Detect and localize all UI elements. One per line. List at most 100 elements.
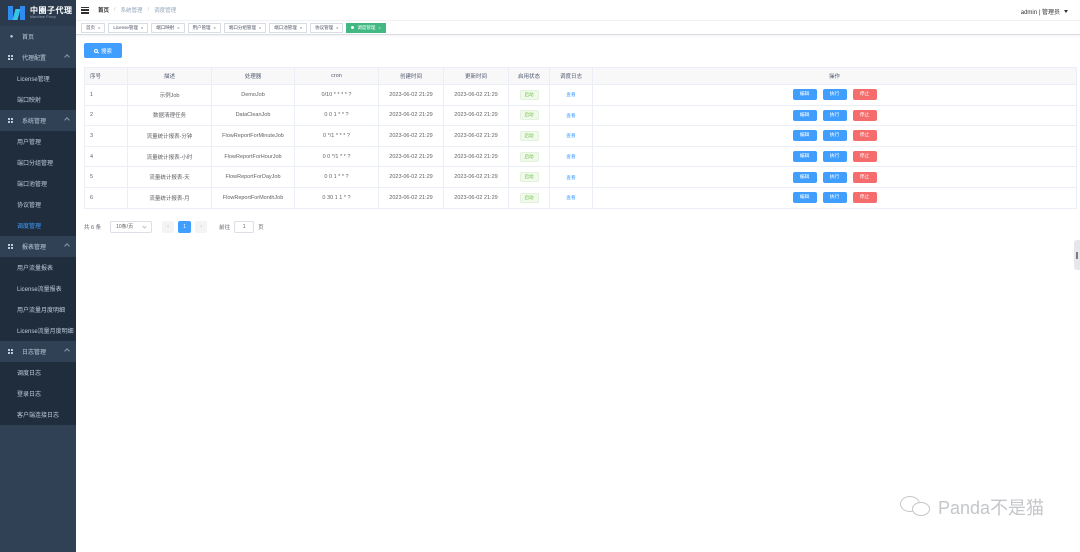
app-window: 中圈子代理 Maritime Proxy ● 首页 代理配置 License管理… <box>0 0 1080 552</box>
cell-desc: 流量统计报表-月 <box>127 186 212 209</box>
close-icon[interactable]: × <box>141 25 143 30</box>
sidebar-item-label: 用户流量报表 <box>17 266 54 272</box>
search-button[interactable]: 搜索 <box>84 43 122 58</box>
edit-button[interactable]: 编辑 <box>792 151 817 163</box>
sidebar-item-label: 协议管理 <box>17 203 42 209</box>
edit-button[interactable]: 编辑 <box>792 109 817 121</box>
prev-page-button[interactable]: ‹ <box>162 220 175 233</box>
edit-button[interactable]: 编辑 <box>792 171 817 183</box>
tag-license[interactable]: License管理 × <box>108 22 149 33</box>
stop-button[interactable]: 停止 <box>852 130 877 142</box>
stop-button[interactable]: 停止 <box>852 89 877 101</box>
tag-port-pool[interactable]: 端口池管理 × <box>269 22 308 33</box>
cell-updated: 2023-06-02 21:29 <box>443 104 509 127</box>
sidebar-group-proxy-config[interactable]: 代理配置 <box>0 47 76 68</box>
close-icon[interactable]: × <box>259 25 261 30</box>
sidebar-item-license-monthly-detail[interactable]: License流量月度明细 <box>0 320 76 341</box>
sidebar-item-protocols[interactable]: 协议管理 <box>0 194 76 215</box>
cell-updated: 2023-06-02 21:29 <box>443 145 509 168</box>
run-button[interactable]: 执行 <box>822 89 847 101</box>
sidebar-item-label: 端口分组管理 <box>17 161 54 167</box>
breadcrumb-system: 系统管理 <box>120 8 143 14</box>
view-log-link[interactable]: 查看 <box>566 93 576 98</box>
view-log-link[interactable]: 查看 <box>566 196 576 201</box>
tag-label: 首页 <box>86 24 95 30</box>
user-name: admin | 管理员 <box>1020 10 1060 16</box>
cell-cron: 0 0 1 * * ? <box>294 104 379 127</box>
jobs-table: 序号 描述 处理器 cron 创建时间 更新时间 启用状态 调度日志 操作 1 <box>84 67 1077 209</box>
sidebar-item-user-monthly-detail[interactable]: 用户流量月度明细 <box>0 299 76 320</box>
tag-label: 协议管理 <box>315 24 334 30</box>
logo-subtitle: Maritime Proxy <box>30 14 57 19</box>
sidebar-item-license-flow-report[interactable]: License流量报表 <box>0 278 76 299</box>
sidebar-item-scheduler[interactable]: 调度管理 <box>0 215 76 236</box>
sidebar-item-label: 日志管理 <box>22 350 47 356</box>
cell-status: 启动 <box>508 104 550 127</box>
stop-button[interactable]: 停止 <box>852 151 877 163</box>
stop-button[interactable]: 停止 <box>852 171 877 183</box>
view-log-link[interactable]: 查看 <box>566 176 576 181</box>
run-button[interactable]: 执行 <box>822 192 847 204</box>
sidebar-item-user-flow-report[interactable]: 用户流量报表 <box>0 257 76 278</box>
sidebar-item-client-connection-log[interactable]: 客户端连接日志 <box>0 404 76 425</box>
cell-status: 启动 <box>508 166 550 188</box>
close-icon[interactable]: × <box>300 25 302 30</box>
close-icon[interactable]: × <box>336 25 338 30</box>
sidebar-item-schedule-log[interactable]: 调度日志 <box>0 362 76 383</box>
sidebar-group-logs[interactable]: 日志管理 <box>0 341 76 362</box>
stop-button[interactable]: 停止 <box>852 192 877 204</box>
status-badge: 启动 <box>519 130 539 141</box>
hamburger-icon[interactable] <box>81 6 89 14</box>
close-icon[interactable]: × <box>177 25 179 30</box>
cell-no: 1 <box>84 84 128 106</box>
sidebar-item-license[interactable]: License管理 <box>0 68 76 89</box>
page-number-current[interactable]: 1 <box>178 220 192 233</box>
page-size-select[interactable]: 10条/页 <box>110 220 153 233</box>
status-badge: 启动 <box>519 89 539 100</box>
run-button[interactable]: 执行 <box>822 151 847 163</box>
sidebar-item-login-log[interactable]: 登录日志 <box>0 383 76 404</box>
breadcrumb-home[interactable]: 首页 <box>98 6 109 14</box>
tag-home[interactable]: 首页 × <box>81 22 106 33</box>
tag-port-groups[interactable]: 端口分组管理 × <box>223 22 267 33</box>
sidebar-item-home[interactable]: ● 首页 <box>0 26 76 47</box>
sidebar-item-port-pool[interactable]: 端口池管理 <box>0 173 76 194</box>
edit-button[interactable]: 编辑 <box>792 89 817 101</box>
search-button-label: 搜索 <box>100 48 112 55</box>
goto-page-input[interactable]: 1 <box>234 220 255 233</box>
close-icon[interactable]: × <box>98 25 100 30</box>
main-area: 首页 / 系统管理 / 调度管理 admin | 管理员 首页 × License… <box>76 0 1080 552</box>
grid-icon <box>8 118 13 123</box>
side-drawer-handle[interactable] <box>1074 240 1080 270</box>
sidebar-item-port-groups[interactable]: 端口分组管理 <box>0 152 76 173</box>
sidebar-group-reports[interactable]: 报表管理 <box>0 236 76 257</box>
cell-desc: 流量统计报表-小时 <box>127 145 212 168</box>
active-dot-icon <box>351 26 355 29</box>
tag-scheduler[interactable]: 调度管理 × <box>346 22 386 33</box>
stop-button[interactable]: 停止 <box>852 109 877 121</box>
next-page-button[interactable]: › <box>195 220 208 233</box>
sidebar-item-users[interactable]: 用户管理 <box>0 131 76 152</box>
run-button[interactable]: 执行 <box>822 130 847 142</box>
tag-port-mapping[interactable]: 端口映射 × <box>151 22 185 33</box>
tag-users[interactable]: 用户管理 × <box>187 22 221 33</box>
sidebar-menu: ● 首页 代理配置 License管理 端口映射 系统管理 用户管理 端口分组管… <box>0 26 76 425</box>
sidebar-item-port-mapping[interactable]: 端口映射 <box>0 89 76 110</box>
close-icon[interactable]: × <box>214 25 216 30</box>
edit-button[interactable]: 编辑 <box>792 192 817 204</box>
view-log-link[interactable]: 查看 <box>566 134 576 139</box>
close-icon[interactable]: × <box>378 25 380 30</box>
run-button[interactable]: 执行 <box>822 171 847 183</box>
cell-no: 2 <box>84 104 128 127</box>
run-button[interactable]: 执行 <box>822 109 847 121</box>
sidebar-item-label: 代理配置 <box>22 56 47 62</box>
sidebar-group-system[interactable]: 系统管理 <box>0 110 76 131</box>
user-menu[interactable]: admin | 管理员 <box>1021 7 1068 16</box>
view-log-link[interactable]: 查看 <box>566 155 576 160</box>
cell-updated: 2023-06-02 21:29 <box>443 125 509 147</box>
tags-view: 首页 × License管理 × 端口映射 × 用户管理 × 端口分组管理 × 端口池管理… <box>76 21 1080 35</box>
cell-no: 6 <box>84 186 128 209</box>
tag-protocols[interactable]: 协议管理 × <box>310 22 344 33</box>
edit-button[interactable]: 编辑 <box>792 130 817 142</box>
view-log-link[interactable]: 查看 <box>566 114 576 119</box>
